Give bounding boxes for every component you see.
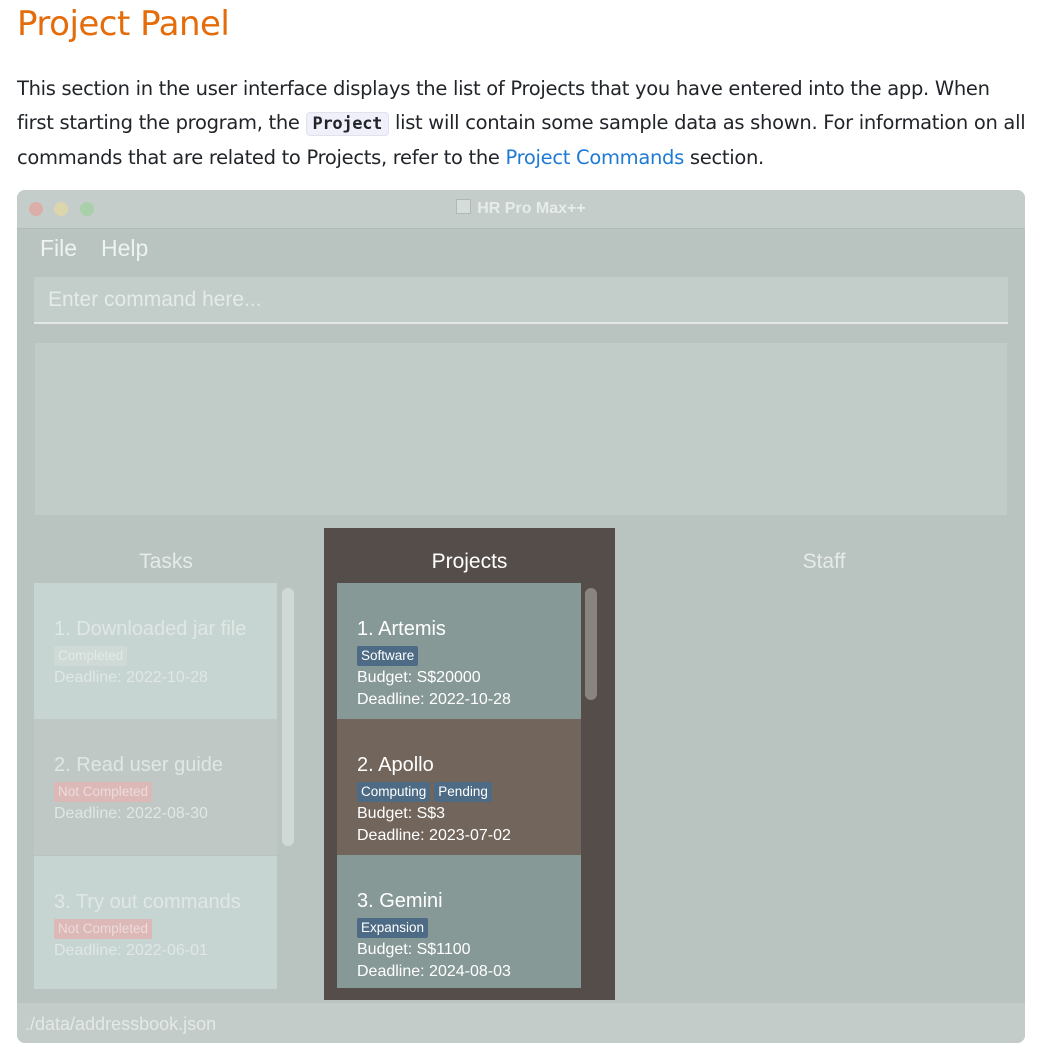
tasks-title: Tasks: [139, 550, 193, 573]
task-name: 2. Read user guide: [54, 754, 224, 776]
window-title: HR Pro Max++: [17, 199, 1025, 218]
project-budget: Budget: S$3: [357, 805, 446, 822]
project-name: 1. Artemis: [357, 618, 446, 640]
task-deadline: Deadline: 2022-10-28: [54, 669, 208, 686]
page-title: Project Panel: [17, 4, 230, 44]
task-status-badge: Completed: [54, 646, 128, 666]
command-input[interactable]: [34, 277, 1008, 322]
menu-file[interactable]: File: [40, 235, 77, 262]
task-name: 1. Downloaded jar file: [54, 618, 247, 640]
project-deadline: Deadline: 2022-10-28: [357, 691, 511, 708]
app-icon: [456, 199, 472, 214]
project-card-selected[interactable]: 2. Apollo Computing Pending Budget: S$3 D…: [337, 719, 581, 855]
window-title-text: HR Pro Max++: [477, 200, 586, 217]
project-card[interactable]: 3. Gemini Expansion Budget: S$1100 Deadl…: [337, 855, 581, 988]
task-card[interactable]: 2. Read user guide Not Completed Deadlin…: [34, 719, 277, 855]
status-file-path: ./data/addressbook.json: [25, 1014, 217, 1034]
description-text-3: section.: [683, 146, 764, 169]
project-budget: Budget: S$20000: [357, 669, 481, 686]
projects-scrollbar[interactable]: [585, 588, 597, 700]
projects-title: Projects: [431, 550, 508, 573]
project-budget: Budget: S$1100: [357, 941, 471, 958]
task-name: 3. Try out commands: [54, 891, 241, 913]
project-card[interactable]: 1. Artemis Software Budget: S$20000 Dead…: [337, 583, 581, 719]
project-tag: Software: [357, 646, 419, 666]
project-tag: Pending: [434, 782, 492, 802]
project-code: Project: [305, 111, 390, 136]
result-display: [35, 343, 1007, 515]
project-deadline: Deadline: 2024-08-03: [357, 963, 511, 980]
project-tag: Computing: [357, 782, 431, 802]
tasks-scrollbar[interactable]: [282, 588, 294, 846]
menu-bar: File Help: [17, 229, 1025, 269]
description-paragraph: This section in the user interface displ…: [17, 72, 1027, 175]
project-name: 3. Gemini: [357, 890, 443, 912]
task-card[interactable]: 1. Downloaded jar file Completed Deadlin…: [34, 583, 277, 719]
task-deadline: Deadline: 2022-06-01: [54, 942, 208, 959]
task-status-badge: Not Completed: [54, 919, 153, 939]
projects-panel: Projects 1. Artemis Software Budget: S$2…: [324, 528, 615, 1000]
command-box: [34, 277, 1008, 324]
project-deadline: Deadline: 2023-07-02: [357, 827, 511, 844]
task-status-badge: Not Completed: [54, 782, 153, 802]
project-name: 2. Apollo: [357, 754, 434, 776]
app-window: HR Pro Max++ File Help Tasks 1. Download…: [17, 190, 1025, 1043]
title-bar: HR Pro Max++: [17, 190, 1025, 229]
staff-title: Staff: [802, 550, 846, 573]
task-card[interactable]: 3. Try out commands Not Completed Deadli…: [34, 856, 277, 989]
project-commands-link[interactable]: Project Commands: [505, 146, 684, 169]
task-deadline: Deadline: 2022-08-30: [54, 805, 208, 822]
menu-help[interactable]: Help: [101, 235, 148, 262]
status-bar: ./data/addressbook.json: [17, 1003, 1025, 1043]
project-tag: Expansion: [357, 918, 429, 938]
